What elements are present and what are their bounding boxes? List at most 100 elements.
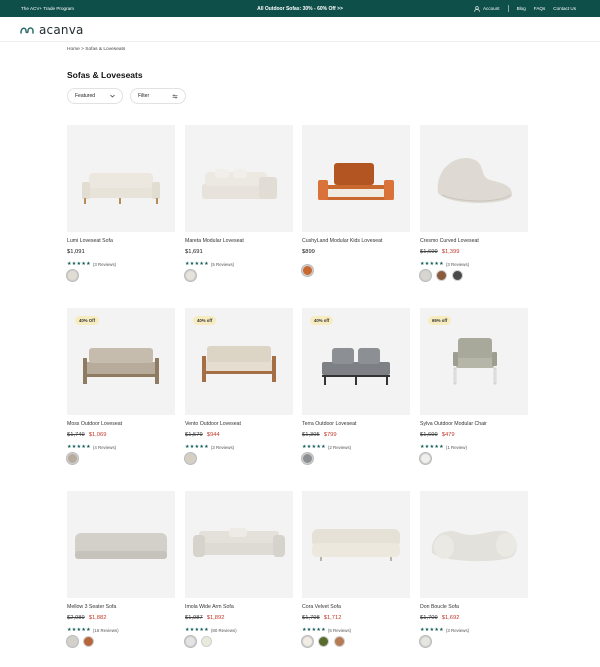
product-rating[interactable]: ★★★★★ (3 Reviews): [420, 261, 469, 267]
sale-price: $944: [206, 432, 220, 438]
color-swatches: [302, 636, 345, 647]
product-rating[interactable]: ★★★★★ (3 Reviews): [185, 444, 234, 450]
review-count: (3 Reviews): [92, 261, 117, 267]
star-rating-icon: ★★★★★: [302, 444, 326, 450]
sale-price: $479: [441, 432, 455, 438]
product-image[interactable]: [67, 125, 175, 232]
product-name[interactable]: Cresmo Curved Loveseat: [420, 238, 479, 244]
color-swatch[interactable]: [83, 636, 94, 647]
product-name[interactable]: Sylva Outdoor Modular Chair: [420, 421, 487, 427]
product-rating[interactable]: ★★★★★ (3 Reviews): [420, 627, 469, 633]
color-swatches: [67, 453, 78, 464]
utility-nav: Account Blog FAQs Contact Us: [474, 5, 576, 12]
color-swatch[interactable]: [318, 636, 329, 647]
review-count: (3 Reviews): [210, 444, 235, 450]
star-rating-icon: ★★★★★: [185, 444, 209, 450]
color-swatch[interactable]: [334, 636, 345, 647]
original-price: $1,579: [185, 432, 203, 438]
original-price: $1,798: [302, 615, 320, 621]
color-swatch[interactable]: [67, 453, 78, 464]
product-rating[interactable]: ★★★★★ (5 Reviews): [302, 627, 351, 633]
review-count: (1 Review): [445, 444, 467, 450]
sale-price: $1,882: [88, 615, 107, 621]
product-price: $1,691: [185, 249, 203, 255]
original-price: $1,305: [302, 432, 320, 438]
product-image[interactable]: [420, 491, 528, 598]
original-price: $1,699: [420, 432, 438, 438]
color-swatch[interactable]: [201, 636, 212, 647]
color-swatch[interactable]: [452, 270, 463, 281]
product-name[interactable]: CushyLand Modular Kids Loveseat: [302, 238, 382, 244]
product-image[interactable]: 65% off: [420, 308, 528, 415]
product-image[interactable]: [302, 491, 410, 598]
product-image[interactable]: [302, 125, 410, 232]
product-image[interactable]: [185, 125, 293, 232]
sort-label: Featured: [75, 93, 96, 99]
color-swatch[interactable]: [67, 270, 78, 281]
logo[interactable]: acanva: [20, 23, 84, 37]
product-image[interactable]: 40% Off: [67, 308, 175, 415]
account-link[interactable]: Account: [474, 5, 500, 12]
breadcrumb[interactable]: Home > Sofas & Loveseats: [67, 47, 125, 52]
site-header: acanva: [0, 17, 600, 42]
color-swatch[interactable]: [420, 636, 431, 647]
original-price: $1,709: [420, 615, 438, 621]
product-rating[interactable]: ★★★★★ (5 Reviews): [185, 261, 234, 267]
product-rating[interactable]: ★★★★★ (2 Reviews): [302, 444, 351, 450]
star-rating-icon: ★★★★★: [67, 444, 91, 450]
color-swatch[interactable]: [420, 453, 431, 464]
blog-link[interactable]: Blog: [517, 6, 526, 11]
product-name[interactable]: Terra Outdoor Loveseat: [302, 421, 357, 427]
product-name[interactable]: Imola Wide Arm Sofa: [185, 604, 234, 610]
product-name[interactable]: Lumi Loveseat Sofa: [67, 238, 113, 244]
product-image[interactable]: 40% off: [302, 308, 410, 415]
product-rating[interactable]: ★★★★★ (15 Reviews): [67, 627, 119, 633]
original-price: $1,749: [67, 432, 85, 438]
product-name[interactable]: Mareta Modular Loveseat: [185, 238, 244, 244]
color-swatch[interactable]: [185, 636, 196, 647]
product-price: $1,579 $944: [185, 432, 220, 438]
sale-price: $799: [323, 432, 337, 438]
product-name[interactable]: Mellow 3 Seater Sofa: [67, 604, 116, 610]
sale-price: $1,399: [441, 249, 460, 255]
color-swatch[interactable]: [302, 636, 313, 647]
product-price: $1,749 $1,069: [67, 432, 106, 438]
color-swatch[interactable]: [302, 265, 313, 276]
color-swatches: [302, 265, 313, 276]
sale-price: $1,712: [323, 615, 342, 621]
current-price: $1,691: [185, 249, 203, 255]
product-name[interactable]: Cora Velvet Sofa: [302, 604, 341, 610]
star-rating-icon: ★★★★★: [185, 627, 209, 633]
product-rating[interactable]: ★★★★★ (3 Reviews): [67, 261, 116, 267]
product-image[interactable]: [185, 491, 293, 598]
sort-dropdown[interactable]: Featured: [67, 88, 123, 104]
sale-price: $1,692: [441, 615, 460, 621]
color-swatch[interactable]: [185, 270, 196, 281]
star-rating-icon: ★★★★★: [420, 261, 444, 267]
color-swatch[interactable]: [185, 453, 196, 464]
review-count: (2 Reviews): [327, 444, 352, 450]
product-image[interactable]: [420, 125, 528, 232]
product-rating[interactable]: ★★★★★ (1 Review): [420, 444, 467, 450]
color-swatches: [420, 636, 431, 647]
product-rating[interactable]: ★★★★★ (80 Reviews): [185, 627, 237, 633]
logo-mark-icon: [20, 27, 34, 34]
current-price: $899: [302, 249, 315, 255]
product-rating[interactable]: ★★★★★ (4 Reviews): [67, 444, 116, 450]
account-label: Account: [482, 6, 500, 11]
color-swatch[interactable]: [67, 636, 78, 647]
contact-link[interactable]: Contact Us: [553, 6, 576, 11]
product-image[interactable]: 40% off: [185, 308, 293, 415]
product-name[interactable]: Vento Outdoor Loveseat: [185, 421, 241, 427]
sale-price: $1,892: [206, 615, 225, 621]
color-swatch[interactable]: [420, 270, 431, 281]
color-swatch[interactable]: [302, 453, 313, 464]
filter-button[interactable]: Filter: [130, 88, 186, 104]
faqs-link[interactable]: FAQs: [534, 6, 546, 11]
product-name[interactable]: Don Boucle Sofa: [420, 604, 459, 610]
star-rating-icon: ★★★★★: [302, 627, 326, 633]
product-image[interactable]: [67, 491, 175, 598]
product-price: $899: [302, 249, 315, 255]
color-swatch[interactable]: [436, 270, 447, 281]
product-name[interactable]: Moss Outdoor Loveseat: [67, 421, 122, 427]
